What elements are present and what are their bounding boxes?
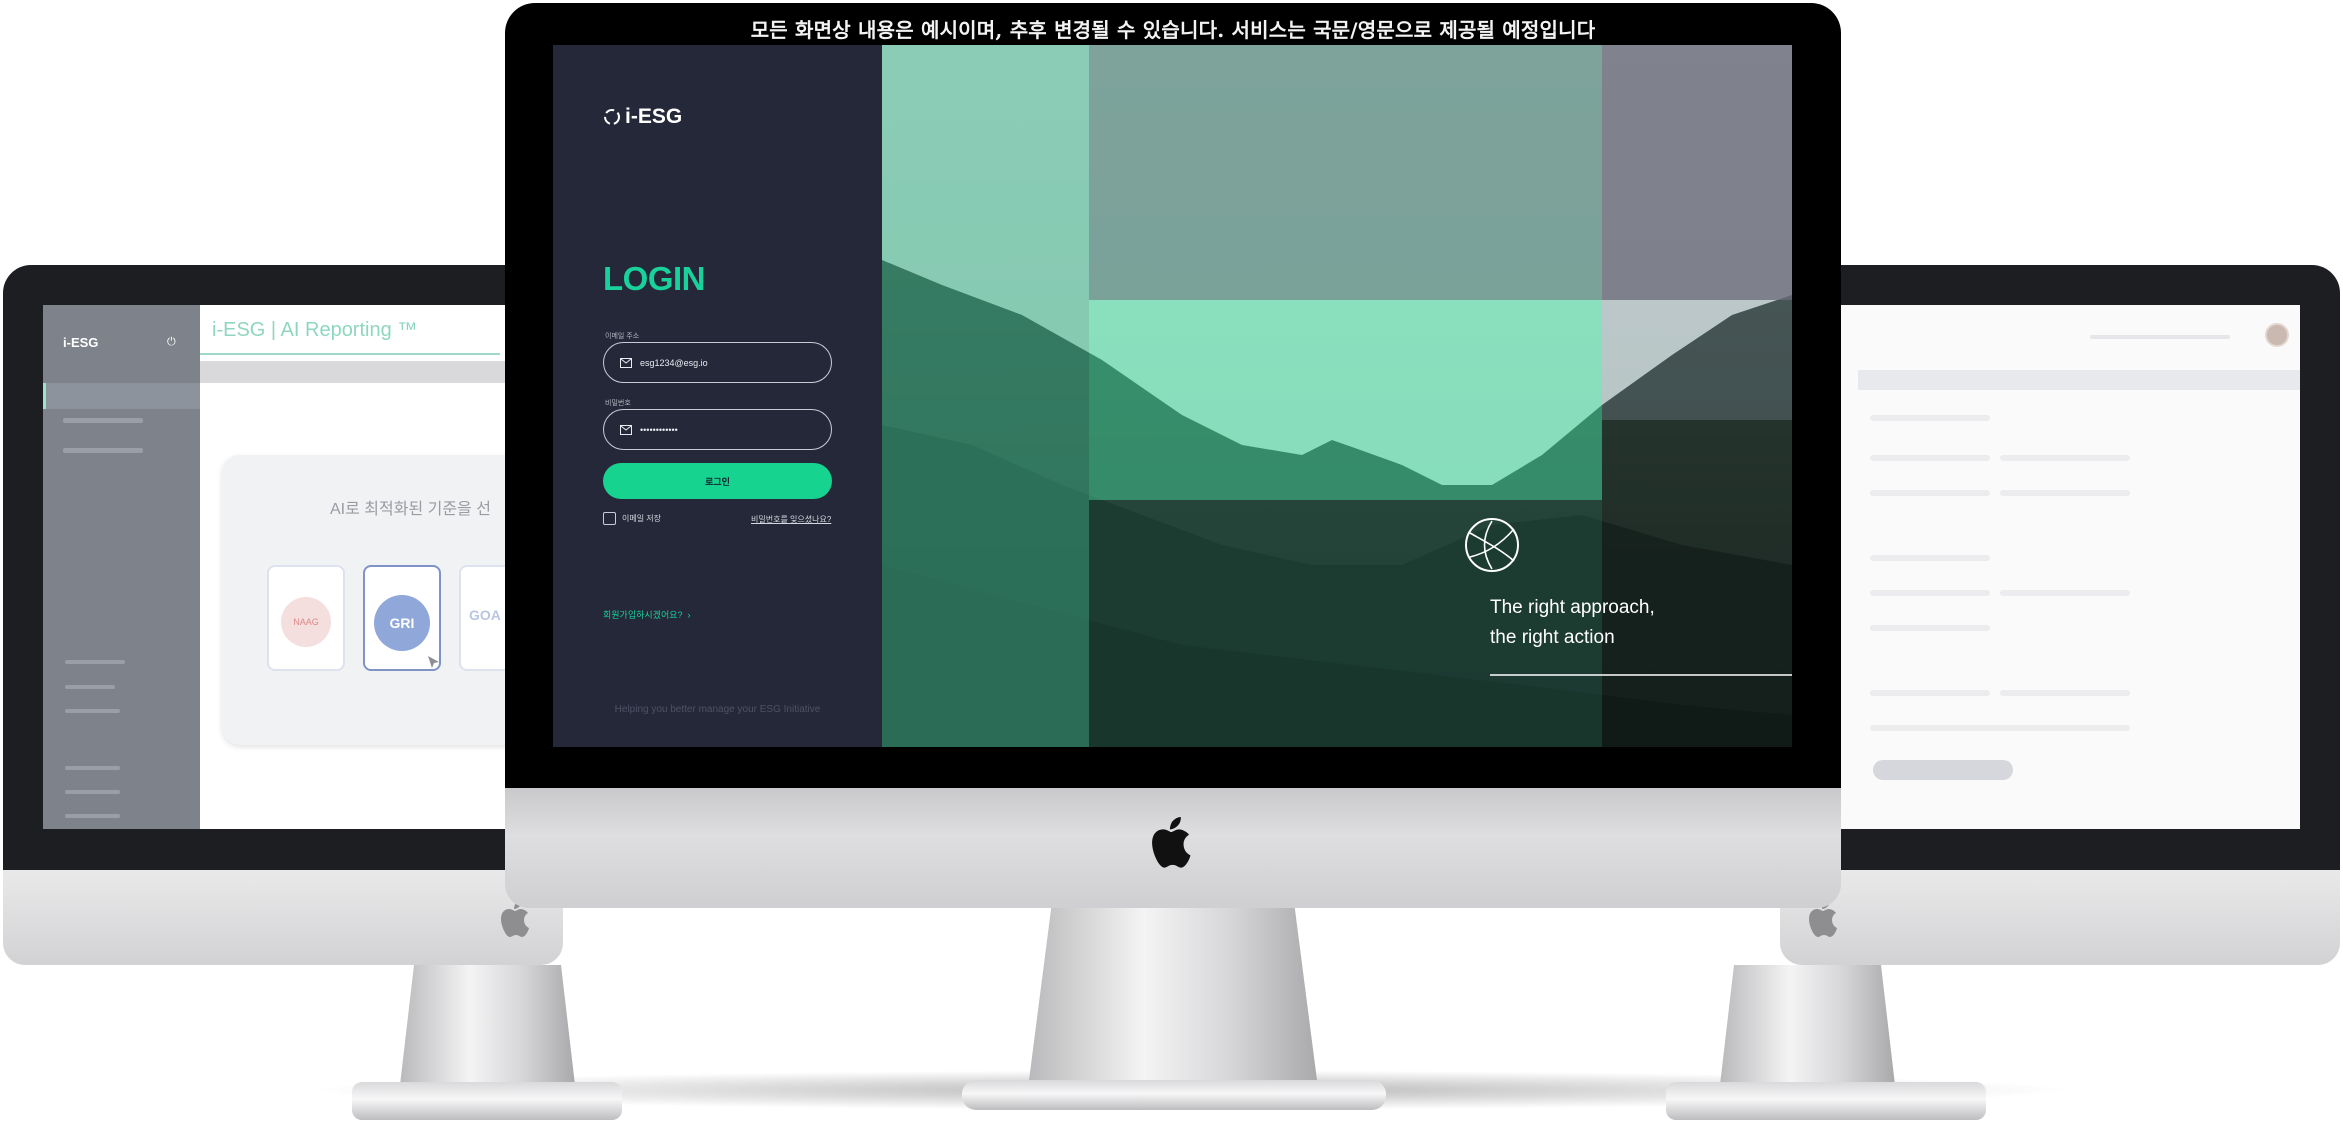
right-form-header	[1858, 370, 2300, 390]
sidebar-sub-5[interactable]	[65, 790, 120, 794]
left-monitor-foot	[352, 1082, 622, 1120]
right-screen	[1840, 305, 2300, 829]
email-field[interactable]: esg1234@esg.io	[603, 342, 832, 383]
left-header-title: i-ESG | AI Reporting ™	[212, 319, 418, 341]
slogan-divider	[1490, 674, 1792, 676]
standard-naag[interactable]: NAAG	[267, 565, 345, 671]
center-monitor-foot	[962, 1080, 1386, 1110]
tagline: Helping you better manage your ESG Initi…	[614, 704, 821, 715]
remember-label: 이메일 저장	[622, 514, 662, 523]
email-label: 이메일 주소	[605, 333, 640, 340]
left-sidebar: i-ESG ⏻	[43, 305, 200, 829]
right-monitor-stand	[1720, 965, 1895, 1085]
disclaimer-notice: 모든 화면상 내용은 예시이며, 추후 변경될 수 있습니다. 서비스는 국문/…	[750, 18, 1596, 42]
left-header-band	[200, 361, 533, 383]
form-line[interactable]	[1870, 490, 1990, 496]
sidebar-sub-2[interactable]	[65, 685, 115, 689]
left-monitor-stand	[400, 965, 575, 1085]
form-line[interactable]	[1870, 555, 1990, 561]
forgot-password-link[interactable]: 비밀번호를 잊으셨나요?	[751, 514, 831, 525]
i-esg-logo-icon	[604, 109, 620, 125]
right-monitor-chin	[1780, 870, 2340, 965]
card-heading: AI로 최적화된 기준을 선	[330, 501, 491, 518]
avatar[interactable]	[2265, 323, 2289, 347]
mail-icon	[620, 357, 632, 368]
right-submit-button[interactable]	[1873, 760, 2013, 780]
form-line[interactable]	[2000, 490, 2130, 496]
form-line[interactable]	[2000, 690, 2130, 696]
login-button[interactable]: 로그인	[603, 463, 832, 499]
marketing-mockup: { "notice": "모든 화면상 내용은 예시이며, 추후 변경될 수 있…	[0, 0, 2343, 1148]
left-header-underline	[200, 353, 500, 355]
left-monitor-chin	[3, 870, 563, 965]
left-main: i-ESG | AI Reporting ™ AI로 최적화된 기준을 선 NA…	[200, 305, 533, 829]
remember-email[interactable]: 이메일 저장	[603, 512, 661, 525]
left-screen: i-ESG ⏻ i-ESG | AI Reporting ™ AI로 최적화된 …	[43, 305, 533, 829]
i-esg-logo: i-ESG	[603, 105, 682, 129]
slogan-line-2: the right action	[1490, 627, 1615, 648]
center-monitor-stand	[1028, 908, 1318, 1088]
chevron-right-icon: ›	[687, 609, 691, 620]
left-logo: i-ESG	[63, 335, 99, 350]
form-line[interactable]	[1870, 590, 1990, 596]
cursor-icon	[428, 656, 439, 668]
form-line[interactable]	[1870, 455, 1990, 461]
sidebar-sub-4[interactable]	[65, 766, 120, 770]
sidebar-sub-3[interactable]	[65, 709, 120, 713]
email-value: esg1234@esg.io	[640, 357, 708, 368]
remember-checkbox[interactable]	[603, 512, 616, 525]
sidebar-item-2[interactable]	[63, 418, 143, 423]
right-monitor-foot	[1666, 1082, 1986, 1120]
apple-icon	[1148, 812, 1200, 879]
form-line[interactable]	[1870, 415, 1990, 421]
login-panel: i-ESG LOGIN 이메일 주소 esg1234@esg.io 비밀번호 •…	[553, 45, 882, 747]
form-line[interactable]	[1870, 690, 1990, 696]
slogan-line-1: The right approach,	[1490, 597, 1655, 618]
password-value: ••••••••••••	[640, 424, 678, 435]
form-line[interactable]	[1870, 625, 1990, 631]
hero-slogan: The right approach, the right action	[1490, 593, 1790, 653]
login-screen: i-ESG LOGIN 이메일 주소 esg1234@esg.io 비밀번호 •…	[553, 45, 1792, 747]
sidebar-item-dashboard[interactable]	[43, 383, 200, 409]
power-icon[interactable]: ⏻	[167, 336, 176, 349]
password-label: 비밀번호	[605, 400, 631, 407]
login-title: LOGIN	[603, 260, 706, 297]
i-esg-emblem-icon	[1465, 518, 1519, 572]
form-line[interactable]	[2000, 455, 2130, 461]
lock-icon	[620, 424, 632, 435]
sidebar-item-3[interactable]	[63, 448, 143, 453]
sidebar-sub-1[interactable]	[65, 660, 125, 664]
password-field[interactable]: ••••••••••••	[603, 409, 832, 450]
sidebar-sub-6[interactable]	[65, 814, 120, 818]
hero-image: The right approach, the right action	[882, 45, 1792, 747]
standard-select-card: AI로 최적화된 기준을 선 NAAG GRI GOA	[222, 455, 533, 745]
signup-link[interactable]: 회원가입하시겠어요? ›	[603, 608, 691, 621]
form-line[interactable]	[2000, 590, 2130, 596]
form-line[interactable]	[1870, 725, 2130, 731]
right-top-nav[interactable]	[2090, 335, 2230, 339]
